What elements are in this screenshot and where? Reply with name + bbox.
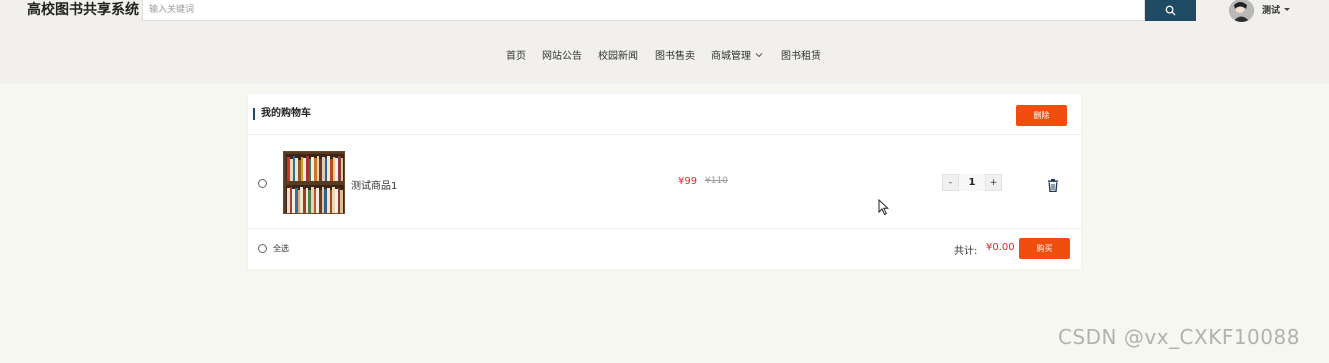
select-all-label[interactable]: 全选 (273, 243, 289, 254)
decrement-button[interactable]: - (942, 174, 959, 191)
nav-label: 图书租赁 (781, 51, 821, 62)
nav-label: 校园新闻 (598, 51, 638, 62)
delete-button[interactable]: 删除 (1016, 105, 1067, 126)
buy-button[interactable]: 购买 (1019, 238, 1070, 259)
quantity-stepper: - 1 + (942, 174, 1002, 191)
nav-item-home[interactable]: 首页 (506, 47, 526, 62)
cart-header: 我的购物车 删除 (248, 94, 1081, 135)
bookshelf-image (284, 152, 344, 213)
nav-item-book-sales[interactable]: 图书售卖 (655, 47, 695, 62)
watermark: CSDN @vx_CXKF10088 (1058, 325, 1300, 349)
nav-label: 网站公告 (542, 51, 582, 62)
total-label: 共计: (954, 246, 978, 257)
avatar[interactable] (1229, 0, 1254, 22)
user-name: 测试 (1262, 6, 1281, 16)
main-nav: 首页 网站公告 校园新闻 图书售卖 商城管理 图书租赁 (0, 47, 1329, 63)
search-input[interactable] (142, 0, 1145, 21)
nav-item-book-rental[interactable]: 图书租赁 (781, 47, 821, 62)
cart-title: 我的购物车 (253, 108, 311, 120)
top-bar: 高校图书共享系统 测试 首页 网站公告 校园新闻 图书售卖 商城管理 图书租赁 (0, 0, 1329, 84)
select-all-radio[interactable] (258, 244, 267, 253)
product-price: ¥99 (678, 176, 698, 187)
increment-button[interactable]: + (985, 174, 1002, 191)
nav-label: 图书售卖 (655, 51, 695, 62)
search-button[interactable] (1145, 0, 1196, 21)
trash-icon[interactable] (1047, 177, 1059, 196)
nav-label: 首页 (506, 51, 526, 62)
mouse-cursor-icon (878, 198, 890, 220)
nav-label: 商城管理 (711, 51, 751, 62)
cart-item-row: 测试商品1 ¥99 ¥110 - 1 + (248, 135, 1081, 229)
search-icon (1165, 5, 1176, 16)
product-original-price: ¥110 (705, 176, 728, 186)
nav-item-announcements[interactable]: 网站公告 (542, 47, 582, 62)
product-thumbnail[interactable] (283, 151, 345, 214)
nav-item-mall-management[interactable]: 商城管理 (711, 47, 763, 62)
user-menu[interactable]: 测试 (1262, 3, 1291, 16)
cart-footer: 全选 共计: ¥0.00 购买 (248, 229, 1081, 269)
avatar-image (1229, 0, 1254, 22)
quantity-value[interactable]: 1 (959, 174, 985, 191)
site-title: 高校图书共享系统 (27, 2, 139, 18)
chevron-down-icon (755, 52, 763, 57)
cart-card: 我的购物车 删除 测试商品1 ¥99 ¥110 - 1 + 全选 共计: ¥0.… (248, 94, 1081, 269)
caret-down-icon (1284, 8, 1291, 11)
product-name[interactable]: 测试商品1 (351, 177, 397, 192)
item-select-radio[interactable] (258, 179, 267, 188)
nav-item-campus-news[interactable]: 校园新闻 (598, 47, 638, 62)
total-value: ¥0.00 (986, 242, 1015, 253)
